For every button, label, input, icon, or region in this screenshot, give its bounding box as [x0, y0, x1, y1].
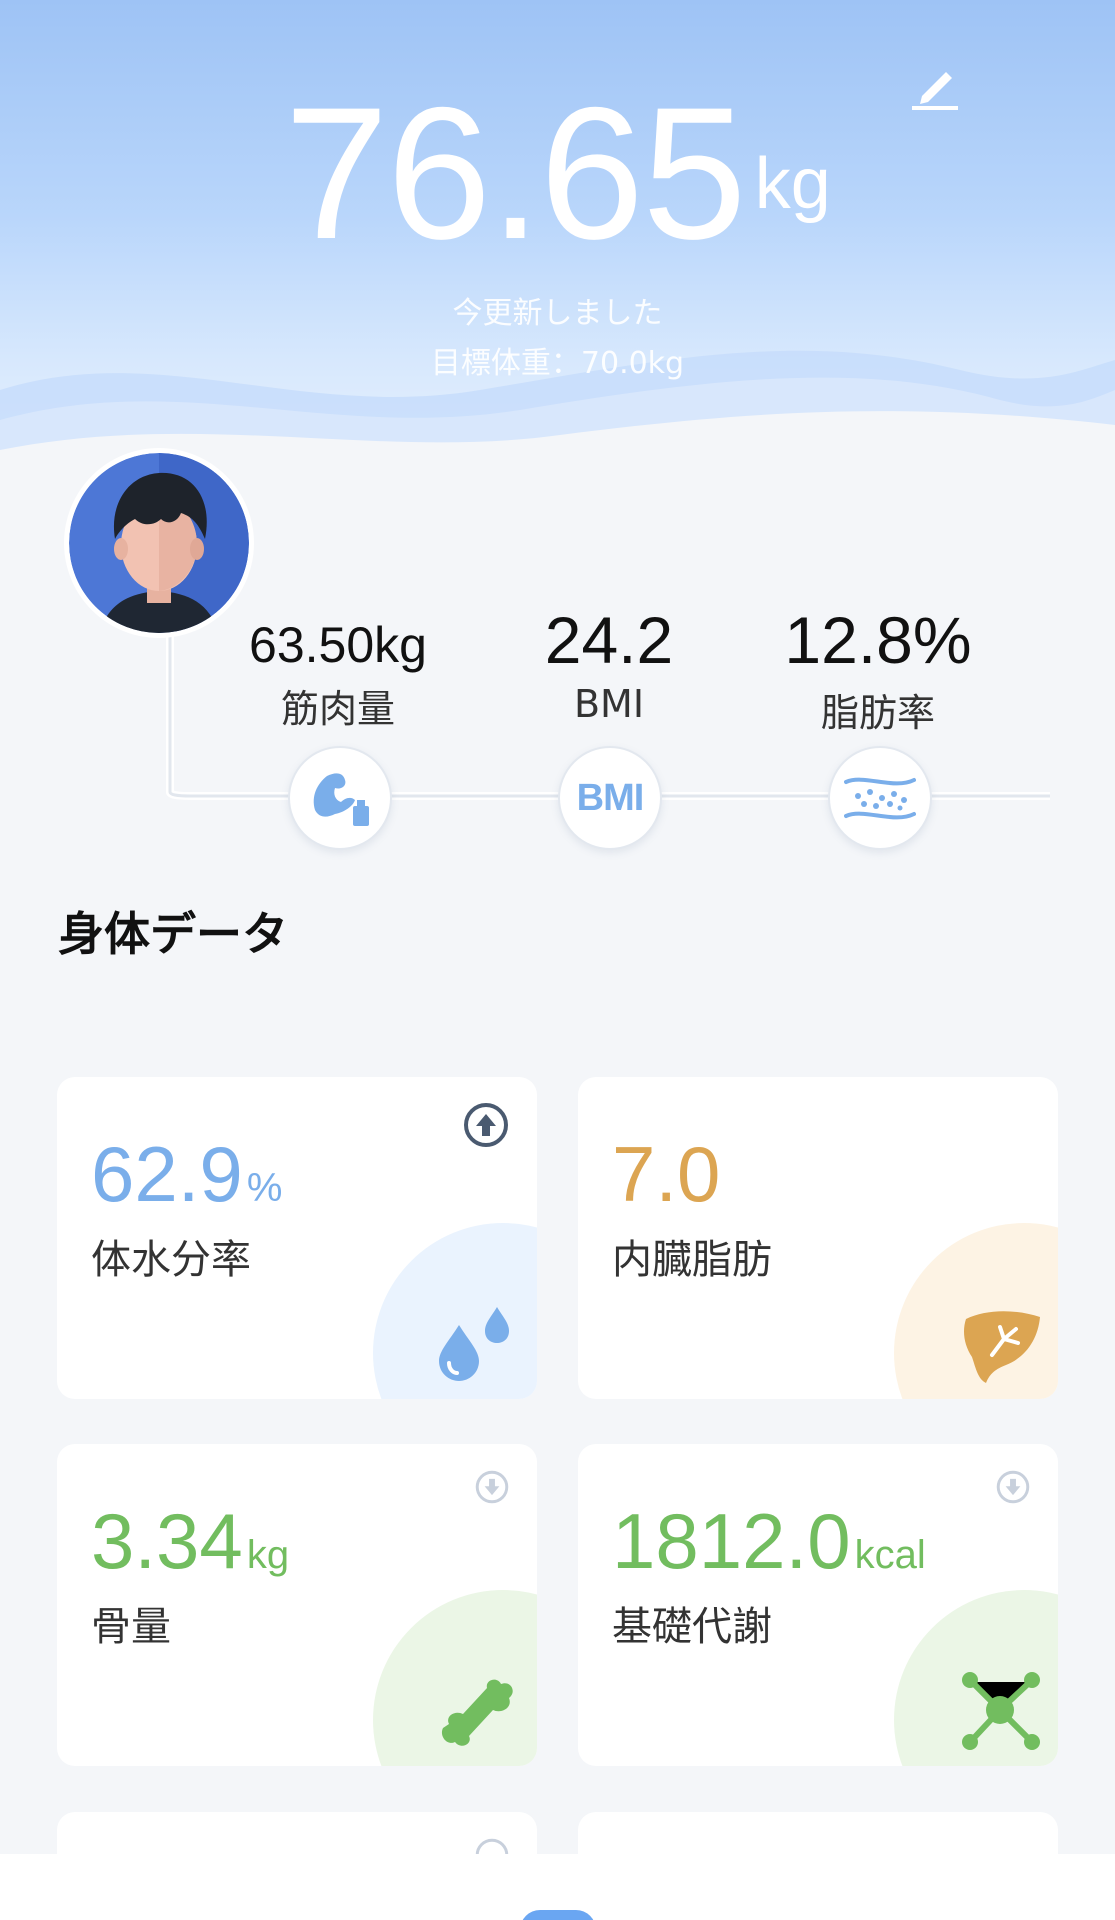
updated-status: 今更新しました	[452, 296, 663, 331]
card-number: 1812.0	[612, 1497, 851, 1585]
card-number: 7.0	[612, 1130, 721, 1218]
card-value: 1812.0 kcal	[612, 1496, 926, 1587]
card-basal-metabolism[interactable]: 1812.0 kcal 基礎代謝	[578, 1444, 1058, 1766]
body-fat-button[interactable]	[828, 746, 932, 850]
bmi-icon: BMI	[576, 776, 645, 819]
body-fat-icon	[844, 777, 916, 820]
card-body-water[interactable]: 62.9% 体水分率	[57, 1077, 537, 1399]
current-weight: 76.65 kg	[0, 68, 1115, 278]
bone-icon	[441, 1679, 513, 1746]
card-number: 62.9	[91, 1130, 243, 1218]
card-unit: kcal	[854, 1533, 926, 1577]
stat-bmi-label: BMI	[573, 682, 645, 726]
muscle-icon	[313, 773, 369, 826]
card-label: 基礎代謝	[612, 1604, 772, 1650]
molecule-icon	[962, 1672, 1040, 1750]
weight-unit: kg	[754, 144, 831, 224]
card-unit: %	[246, 1166, 283, 1210]
card-visceral-fat[interactable]: 7.0 内臓脂肪	[578, 1077, 1058, 1399]
card-value: 3.34 kg	[91, 1496, 289, 1587]
arrow-down-icon	[996, 1470, 1030, 1504]
card-label: 骨量	[91, 1604, 171, 1650]
stat-muscle: 63.50kg 筋肉量	[188, 616, 488, 733]
bmi-button[interactable]: BMI	[558, 746, 662, 850]
arrow-down-icon	[475, 1470, 509, 1504]
weight-header: 76.65 kg 今更新しました 目標体重：70.0kg	[0, 0, 1115, 480]
card-unit: kg	[246, 1533, 290, 1577]
card-number: 3.34	[91, 1497, 243, 1585]
stat-bmi: 24.2 BMI	[459, 602, 759, 726]
arrow-up-icon	[464, 1103, 508, 1147]
section-title-body-data: 身体データ	[58, 907, 288, 961]
stat-muscle-value: 63.50kg	[249, 617, 427, 673]
user-avatar-icon	[69, 453, 249, 633]
muscle-button[interactable]	[288, 746, 392, 850]
stat-body-fat-label: 脂肪率	[820, 691, 935, 735]
avatar[interactable]	[64, 448, 254, 638]
stat-bmi-value: 24.2	[544, 603, 674, 677]
card-value: 7.0	[612, 1129, 724, 1220]
card-label: 体水分率	[91, 1237, 251, 1283]
stat-body-fat: 12.8% 脂肪率	[728, 602, 1028, 737]
stat-muscle-label: 筋肉量	[280, 687, 395, 731]
bottom-center-button[interactable]	[520, 1910, 596, 1920]
weight-value: 76.65	[284, 68, 746, 278]
water-drops-icon	[439, 1307, 509, 1381]
card-value: 62.9%	[91, 1129, 282, 1220]
card-label: 内臓脂肪	[612, 1237, 772, 1283]
stat-body-fat-value: 12.8%	[784, 603, 972, 677]
goal-weight: 目標体重：70.0kg	[430, 346, 685, 381]
liver-icon	[964, 1311, 1040, 1383]
card-bone-mass[interactable]: 3.34 kg 骨量	[57, 1444, 537, 1766]
